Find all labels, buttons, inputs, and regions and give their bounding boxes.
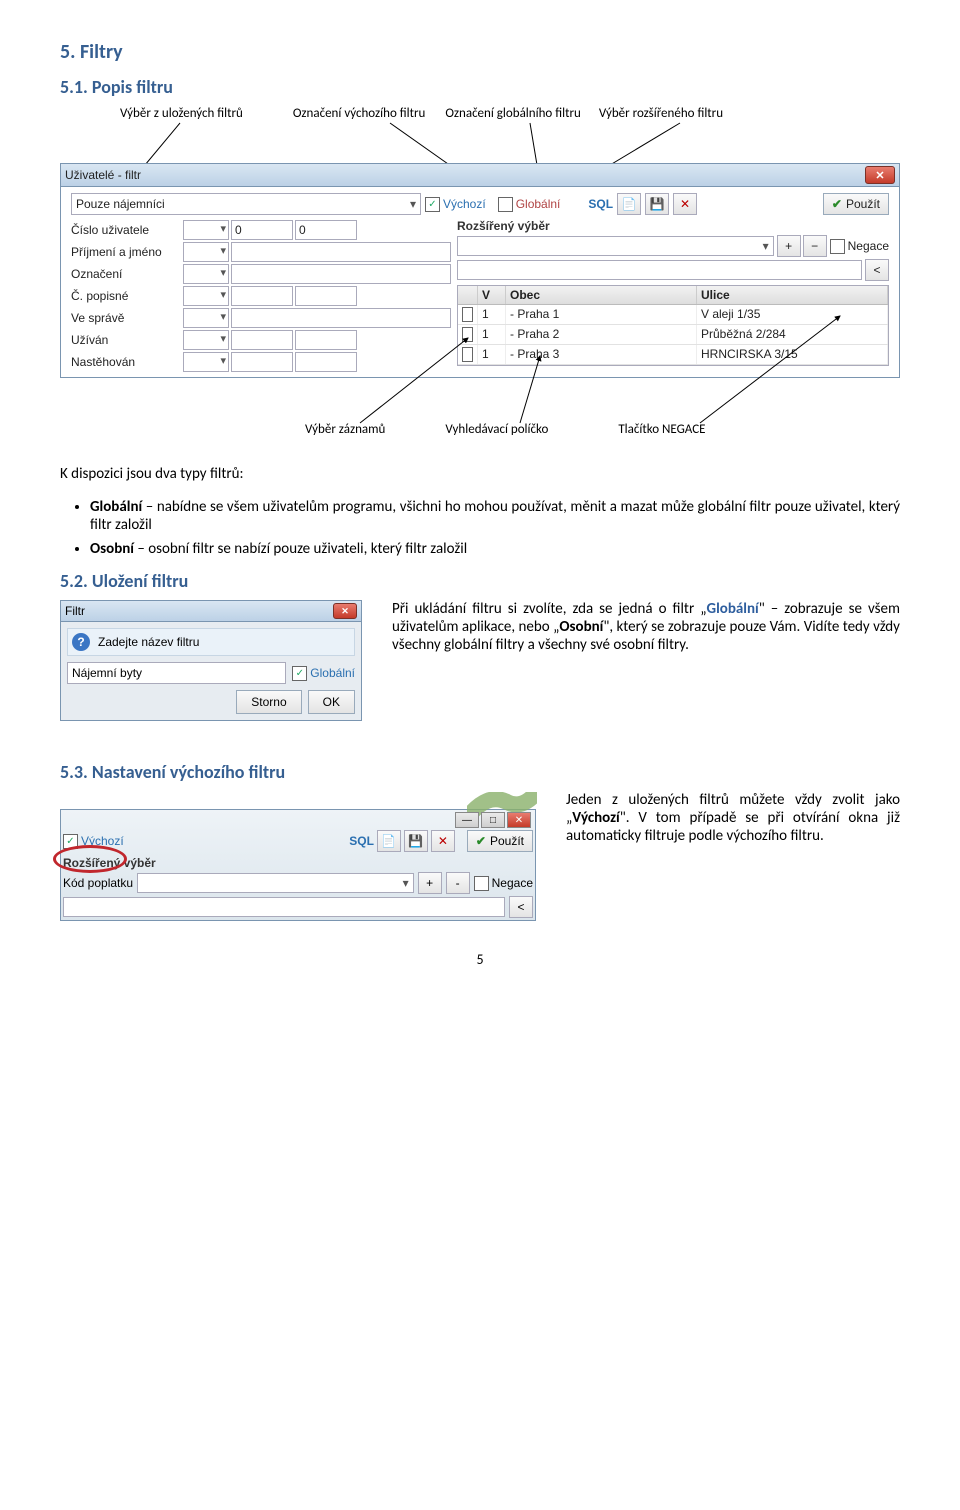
search-input[interactable] <box>63 897 505 917</box>
annot-saved-filters: Výběr z uložených filtrů <box>120 106 243 121</box>
op-combo[interactable] <box>183 220 229 240</box>
minus-icon[interactable]: − <box>803 235 827 257</box>
sql-toggle[interactable]: SQL <box>349 834 374 848</box>
annotation-top-arrows <box>60 123 900 163</box>
checkbox-icon <box>498 197 513 212</box>
delete-filter-icon[interactable]: ✕ <box>673 193 697 215</box>
check-icon: ✔ <box>832 197 842 211</box>
table-row[interactable]: 1 - Praha 3 HRNCIRSKA 3/15 <box>458 345 888 365</box>
help-icon: ? <box>72 633 90 651</box>
collapse-icon[interactable]: < <box>509 896 533 918</box>
default-filter-screenshot: ― □ ✕ Výchozí SQL 📄 💾 ✕ ✔ Použít <box>60 809 536 921</box>
default-filter-paragraph: Jeden z uložených filtrů můžete vždy zvo… <box>566 791 900 845</box>
apply-button[interactable]: ✔ Použít <box>467 830 533 852</box>
page-number: 5 <box>60 951 900 968</box>
dialog-prompt: Zadejte název filtru <box>98 635 199 649</box>
extended-combo[interactable] <box>457 236 774 256</box>
heading-nastaveni: 5.3. Nastavení výchozího filtru <box>60 761 900 783</box>
annotation-bottom-arrows <box>60 378 900 428</box>
search-input[interactable] <box>457 260 862 280</box>
new-filter-icon[interactable]: 📄 <box>377 830 401 852</box>
checkbox-icon <box>830 239 845 254</box>
negace-checkbox[interactable]: Negace <box>830 239 889 254</box>
field-row: Číslo uživatele 0 0 <box>71 219 451 241</box>
value-input[interactable]: 0 <box>231 220 293 240</box>
heading-popis-filtru: 5.1. Popis filtru <box>60 76 900 98</box>
checkbox-icon <box>474 876 489 891</box>
value-input-2[interactable]: 0 <box>295 220 357 240</box>
checkbox-icon <box>292 666 307 681</box>
save-filter-icon[interactable]: 💾 <box>404 830 428 852</box>
extended-select-label: Rozšířený výběr <box>457 219 889 233</box>
checkbox-icon <box>63 834 78 849</box>
default-checkbox[interactable]: Výchozí <box>425 197 486 212</box>
minimize-icon[interactable]: ― <box>455 812 479 828</box>
kod-label: Kód poplatku <box>63 876 133 890</box>
records-table: V Obec Ulice 1 - Praha 1 V aleji 1/35 1 … <box>457 285 889 366</box>
heading-filtry: 5. Filtry <box>60 40 900 64</box>
annot-default-marker: Označení výchozího filtru <box>293 106 425 121</box>
new-filter-icon[interactable]: 📄 <box>617 193 641 215</box>
save-filter-paragraph: Při ukládání filtru si zvolíte, zda se j… <box>392 600 900 654</box>
annot-extended-select: Výběr rozšířeného filtru <box>599 106 723 121</box>
filter-window: Uživatelé - filtr ✕ Pouze nájemníci Vých… <box>60 163 900 378</box>
sql-toggle[interactable]: SQL <box>588 197 613 211</box>
close-icon[interactable]: ✕ <box>507 812 531 828</box>
maximize-icon[interactable]: □ <box>481 812 505 828</box>
close-icon[interactable]: ✕ <box>333 603 357 619</box>
default-checkbox[interactable]: Výchozí <box>63 834 124 849</box>
save-filter-dialog: Filtr ✕ ? Zadejte název filtru Nájemní b… <box>60 600 362 721</box>
checkbox-icon <box>425 197 440 212</box>
annot-global-marker: Označení globálního filtru <box>445 106 580 121</box>
kod-combo[interactable] <box>137 873 414 893</box>
apply-button[interactable]: ✔ Použít <box>823 193 889 215</box>
ok-button[interactable]: OK <box>308 690 355 714</box>
plus-icon[interactable]: + <box>777 235 801 257</box>
save-filter-icon[interactable]: 💾 <box>645 193 669 215</box>
global-checkbox[interactable]: Globální <box>292 666 355 681</box>
intro-paragraph: K dispozici jsou dva typy filtrů: <box>60 465 900 483</box>
extended-select-label: Rozšířený výběr <box>63 856 533 870</box>
annotation-top-row: Výběr z uložených filtrů Označení výchoz… <box>60 106 900 121</box>
negace-checkbox[interactable]: Negace <box>474 876 533 891</box>
saved-filter-combo[interactable]: Pouze nájemníci <box>71 193 421 215</box>
plus-icon[interactable]: + <box>418 872 442 894</box>
dialog-title: Filtr <box>65 604 85 618</box>
cancel-button[interactable]: Storno <box>236 690 301 714</box>
global-checkbox[interactable]: Globální <box>498 197 561 212</box>
close-icon[interactable]: ✕ <box>865 166 895 184</box>
filter-types-list: Globální – nabídne se všem uživatelům pr… <box>90 498 900 558</box>
delete-filter-icon[interactable]: ✕ <box>431 830 455 852</box>
filter-name-input[interactable]: Nájemní byty <box>67 662 286 684</box>
table-row[interactable]: 1 - Praha 1 V aleji 1/35 <box>458 305 888 325</box>
minus-icon[interactable]: - <box>446 872 470 894</box>
window-title: Uživatelé - filtr <box>65 168 141 182</box>
heading-ulozeni: 5.2. Uložení filtru <box>60 570 900 592</box>
collapse-icon[interactable]: < <box>865 259 889 281</box>
check-icon: ✔ <box>476 834 486 848</box>
